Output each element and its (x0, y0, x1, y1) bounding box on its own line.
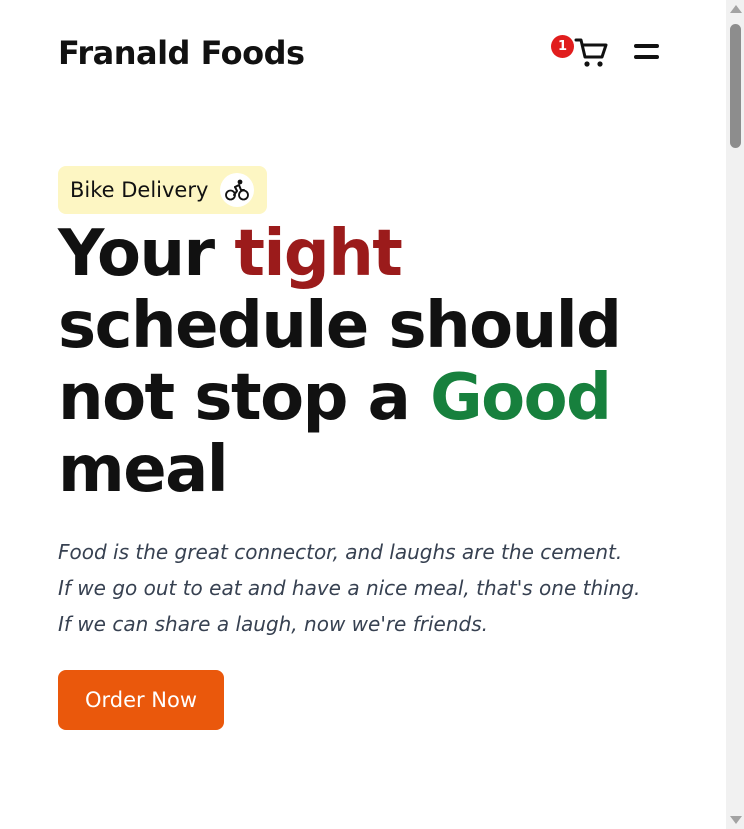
headline-line-3: not stop a Good (58, 362, 658, 434)
delivery-badge: Bike Delivery (58, 166, 267, 214)
headline-word-tight: tight (234, 217, 403, 291)
cart-icon (574, 38, 608, 67)
scrollbar-thumb[interactable] (730, 24, 741, 148)
headline-word-good: Good (430, 361, 612, 435)
tagline-line-3: If we can share a laugh, now we're frien… (58, 612, 488, 636)
headline-words-not-stop: not stop a (58, 361, 431, 435)
menu-icon-bar (634, 55, 659, 59)
brand-logo[interactable]: Franald Foods (58, 33, 305, 73)
hero-headline: Your tight schedule should not stop a Go… (58, 218, 658, 506)
order-now-button[interactable]: Order Now (58, 670, 224, 730)
menu-icon (634, 44, 659, 48)
tagline-line-1: Food is the great connector, and laughs … (58, 540, 623, 564)
scroll-down-arrow-icon[interactable] (730, 816, 742, 824)
tagline-line-2: If we go out to eat and have a nice meal… (58, 576, 641, 600)
page: Franald Foods 1 Bike Delivery Your tight… (0, 0, 744, 829)
headline-line-1: Your tight (58, 218, 658, 290)
cart-button[interactable]: 1 (551, 35, 610, 70)
bicycle-icon (220, 173, 254, 207)
delivery-badge-label: Bike Delivery (70, 178, 209, 202)
headline-line-4: meal (58, 433, 229, 507)
headline-word-your: Your (58, 217, 235, 291)
cart-count-badge: 1 (551, 35, 574, 58)
vertical-scrollbar[interactable] (726, 0, 744, 829)
menu-button[interactable] (632, 40, 662, 64)
main-content: Franald Foods 1 Bike Delivery Your tight… (0, 0, 726, 829)
scroll-up-arrow-icon[interactable] (730, 5, 742, 13)
hero-tagline: Food is the great connector, and laughs … (58, 534, 668, 642)
headline-line-2: schedule should (58, 289, 622, 363)
